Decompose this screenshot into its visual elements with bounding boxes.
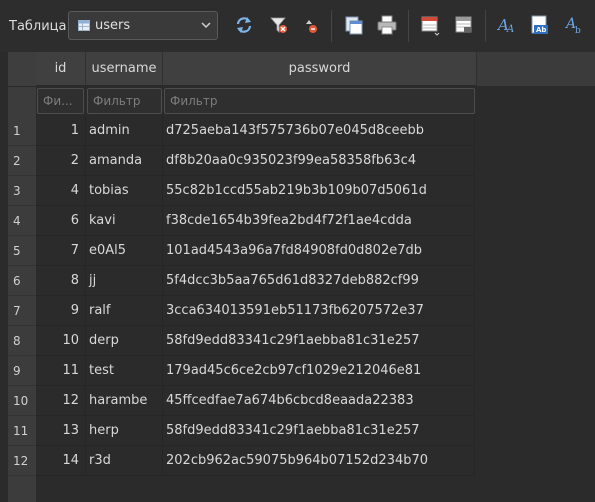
table-row[interactable]: 10 12 harambe 45ffcedfae7a674b6cbcd8eaada22…	[8, 386, 595, 416]
cell-username[interactable]: amanda	[86, 146, 163, 176]
grid-corner[interactable]	[8, 52, 36, 87]
cell-username[interactable]: derp	[86, 326, 163, 356]
cell-username[interactable]: kavi	[86, 206, 163, 236]
row-number[interactable]: 5	[8, 236, 36, 266]
toolbar-separator	[331, 10, 332, 42]
selected-table-value: users	[95, 18, 131, 33]
filter-row: Фи... Фильтр Фильтр	[36, 86, 595, 116]
highlight-icon[interactable]: A b	[562, 13, 586, 37]
toolbar-separator	[485, 10, 486, 42]
row-number[interactable]: 8	[8, 326, 36, 356]
table-row[interactable]: 2 2 amanda df8b20aa0c935023f99ea58358fb63c4	[8, 146, 595, 176]
row-number[interactable]: 6	[8, 266, 36, 296]
table-select[interactable]: users	[68, 11, 218, 40]
cell-id[interactable]: 10	[36, 326, 86, 356]
cell-id[interactable]: 13	[36, 416, 86, 446]
row-number[interactable]: 10	[8, 386, 36, 416]
text-format-icon[interactable]: Ab	[528, 13, 552, 37]
cell-username[interactable]: r3d	[86, 446, 163, 476]
row-number[interactable]: 2	[8, 146, 36, 176]
refresh-icon[interactable]	[232, 13, 256, 37]
cell-username[interactable]: harambe	[86, 386, 163, 416]
table-row[interactable]: 4 6 kavi f38cde1654b39fea2bd4f72f1ae4cdda	[8, 206, 595, 236]
cell-id[interactable]: 2	[36, 146, 86, 176]
chevron-down-icon	[201, 22, 211, 29]
cell-username[interactable]: e0Al5	[86, 236, 163, 266]
svg-text:b: b	[575, 26, 581, 36]
table-row[interactable]: 3 4 tobias 55c82b1ccd55ab219b3b109b07d5061d	[8, 176, 595, 206]
font-icon[interactable]: A A	[495, 13, 519, 37]
row-number[interactable]: 1	[8, 116, 36, 146]
table-row[interactable]: 12 14 r3d 202cb962ac59075b964b07152d234b70	[8, 446, 595, 476]
cell-username[interactable]: herp	[86, 416, 163, 446]
column-header-password[interactable]: password	[163, 52, 477, 86]
svg-text:A: A	[506, 24, 514, 35]
table-row[interactable]: 11 13 herp 58fd9edd83341c29f1aebba81c31e257	[8, 416, 595, 446]
row-number[interactable]: 11	[8, 416, 36, 446]
row-number[interactable]: 3	[8, 176, 36, 206]
cell-username[interactable]: ralf	[86, 296, 163, 326]
filter-input-username[interactable]: Фильтр	[87, 88, 162, 114]
filter-input-password[interactable]: Фильтр	[164, 88, 475, 114]
table-row[interactable]: 1 1 admin d725aeba143f575736b07e045d8ceebb	[8, 116, 595, 146]
table-icon	[78, 20, 90, 31]
row-number[interactable]: 9	[8, 356, 36, 386]
cell-id[interactable]: 14	[36, 446, 86, 476]
filter-input-id[interactable]: Фи...	[37, 88, 84, 114]
cell-password[interactable]: 58fd9edd83341c29f1aebba81c31e257	[163, 416, 475, 446]
row-number[interactable]: 12	[8, 446, 36, 476]
toolbar-separator	[408, 10, 409, 42]
cell-id[interactable]: 7	[36, 236, 86, 266]
cell-password[interactable]: 5f4dcc3b5aa765d61d8327deb882cf99	[163, 266, 475, 296]
cell-password[interactable]: 55c82b1ccd55ab219b3b109b07d5061d	[163, 176, 475, 206]
cell-username[interactable]: admin	[86, 116, 163, 146]
cell-password[interactable]: 58fd9edd83341c29f1aebba81c31e257	[163, 326, 475, 356]
cell-id[interactable]: 4	[36, 176, 86, 206]
clear-filter-icon[interactable]	[267, 13, 291, 37]
table-row[interactable]: 9 11 test 179ad45c6ce2cb97cf1029e212046e81	[8, 356, 595, 386]
cell-id[interactable]: 6	[36, 206, 86, 236]
cell-username[interactable]: test	[86, 356, 163, 386]
cell-id[interactable]: 11	[36, 356, 86, 386]
row-number[interactable]: 4	[8, 206, 36, 236]
browse-data-panel: Таблица: users A A Ab A b id username pa…	[0, 0, 595, 502]
cell-password[interactable]: 179ad45c6ce2cb97cf1029e212046e81	[163, 356, 475, 386]
svg-text:Ab: Ab	[536, 26, 546, 34]
cell-password[interactable]: df8b20aa0c935023f99ea58358fb63c4	[163, 146, 475, 176]
row-number[interactable]: 7	[8, 296, 36, 326]
cell-id[interactable]: 1	[36, 116, 86, 146]
cell-username[interactable]: tobias	[86, 176, 163, 206]
column-header-username[interactable]: username	[86, 52, 163, 86]
table-row[interactable]: 8 10 derp 58fd9edd83341c29f1aebba81c31e257	[8, 326, 595, 356]
toolbar: Таблица: users A A Ab A b	[0, 0, 595, 52]
cell-id[interactable]: 9	[36, 296, 86, 326]
table-row[interactable]: 7 9 ralf 3cca634013591eb51173fb6207572e37	[8, 296, 595, 326]
table-row[interactable]: 6 8 jj 5f4dcc3b5aa765d61d8327deb882cf99	[8, 266, 595, 296]
delete-record-icon[interactable]	[452, 13, 476, 37]
copy-icon[interactable]	[342, 13, 366, 37]
cell-password[interactable]: 45ffcedfae7a674b6cbcd8eaada22383	[163, 386, 475, 416]
data-grid: id username password Фи... Фильтр Фильтр…	[8, 52, 595, 502]
cell-id[interactable]: 12	[36, 386, 86, 416]
table-label: Таблица:	[9, 19, 71, 34]
cell-password[interactable]: d725aeba143f575736b07e045d8ceebb	[163, 116, 475, 146]
cell-password[interactable]: 202cb962ac59075b964b07152d234b70	[163, 446, 475, 476]
column-header-id[interactable]: id	[36, 52, 86, 86]
sort-icon[interactable]	[299, 13, 323, 37]
table-row[interactable]: 5 7 e0Al5 101ad4543a96a7fd84908fd0d802e7db	[8, 236, 595, 266]
print-icon[interactable]	[375, 13, 399, 37]
insert-record-icon[interactable]	[419, 13, 443, 37]
cell-password[interactable]: 3cca634013591eb51173fb6207572e37	[163, 296, 475, 326]
cell-password[interactable]: f38cde1654b39fea2bd4f72f1ae4cdda	[163, 206, 475, 236]
cell-username[interactable]: jj	[86, 266, 163, 296]
cell-id[interactable]: 8	[36, 266, 86, 296]
cell-password[interactable]: 101ad4543a96a7fd84908fd0d802e7db	[163, 236, 475, 266]
header-empty-area	[477, 52, 595, 87]
